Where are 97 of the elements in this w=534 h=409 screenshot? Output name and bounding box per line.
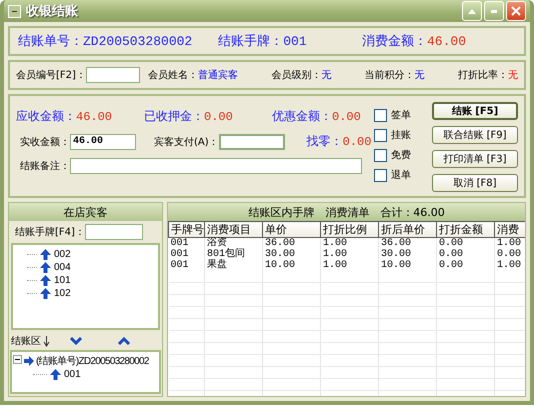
table-cell: 0.00 — [436, 238, 494, 249]
table-cell: 10.00 — [262, 260, 320, 271]
column-header[interactable]: 单价 — [262, 222, 320, 238]
table-cell: 36.00 — [262, 238, 320, 249]
table-cell: 801包间 — [204, 249, 262, 260]
tree-item[interactable]: 102 — [54, 288, 71, 298]
remark-field[interactable] — [70, 158, 362, 174]
amount-label: 已收押金： — [144, 108, 204, 125]
amount-value: 46.00 — [426, 34, 466, 48]
bill-number: ZD200503280002 — [83, 34, 192, 48]
table-cell: 1.00 — [494, 260, 525, 271]
close-icon — [511, 6, 521, 16]
amount-value: 0.00 — [332, 110, 361, 124]
up-arrow-icon — [40, 288, 51, 298]
column-header[interactable]: 打折金额 — [436, 222, 494, 238]
tree-item[interactable]: 101 — [54, 274, 71, 286]
column-header[interactable]: 折后单价 — [378, 222, 436, 238]
received-field[interactable]: 46.00 — [70, 134, 136, 150]
checkbox-label: 退单 — [391, 168, 411, 182]
action-button[interactable]: 打印清单 [F3] — [432, 150, 518, 168]
member-field-value: 无 — [508, 69, 518, 82]
table-cell: 001 — [168, 238, 204, 249]
table-cell: 0.00 — [494, 249, 525, 260]
member-field-value: 普通宾客 — [198, 68, 238, 82]
panel-header: 结账区内手牌 消费清单 合计：46.00 — [168, 203, 525, 221]
received-label: 实收金额： — [20, 136, 70, 148]
amount-label: 应收金额： — [16, 108, 76, 125]
caret-up-icon — [468, 8, 476, 14]
member-id-field[interactable] — [86, 67, 140, 83]
member-field-label: 会员级别： — [271, 69, 322, 82]
settle-area-label: 结账区 — [11, 334, 41, 348]
column-header[interactable]: 消费 — [494, 222, 525, 238]
table-cell: 浴资 — [204, 238, 262, 249]
table-cell: 1.00 — [494, 238, 525, 249]
up-arrow-icon — [40, 274, 51, 286]
column-header[interactable]: 打折比例 — [320, 222, 378, 238]
checkbox[interactable] — [374, 128, 387, 142]
chevron-down-icon[interactable] — [70, 337, 82, 345]
action-button[interactable]: 取消 [F8] — [432, 174, 518, 192]
member-field-value: 无 — [414, 69, 425, 82]
tree-item[interactable]: 002 — [54, 248, 71, 260]
guest-pay-field[interactable] — [218, 134, 285, 150]
member-id-label: 会员编号[F2]： — [16, 68, 86, 82]
table-cell: 0.00 — [436, 249, 494, 260]
table-cell: 36.00 — [378, 238, 436, 249]
guest-pay-label: 宾客支付(A)： — [154, 136, 219, 148]
change-value: 0.00 — [342, 135, 372, 149]
up-arrow-icon — [40, 248, 51, 260]
tree-item[interactable]: 001 — [64, 368, 81, 380]
member-field-label: 会员姓名： — [148, 69, 198, 82]
column-header[interactable]: 手牌号 — [168, 222, 204, 238]
checkbox[interactable] — [374, 108, 387, 122]
member-field-label: 当前积分： — [364, 68, 415, 82]
checkbox[interactable] — [374, 148, 387, 162]
table-cell: 30.00 — [378, 249, 436, 260]
system-menu-icon[interactable] — [8, 4, 21, 18]
window-title: 收银结账 — [26, 3, 79, 20]
bill-number-label: 结账单号： — [18, 33, 83, 50]
up-arrow-icon — [50, 368, 61, 380]
right-arrow-icon — [24, 356, 34, 366]
column-header[interactable]: 消费项目 — [204, 222, 262, 238]
table-cell: 1.00 — [320, 238, 378, 249]
table-cell: 果盘 — [204, 260, 262, 271]
action-button[interactable]: 结账 [F5] — [432, 102, 518, 120]
chevron-up-icon[interactable] — [118, 337, 130, 345]
checkbox-label: 免费 — [391, 148, 411, 162]
collapse-toggle-icon[interactable] — [13, 355, 22, 367]
tag-search-field[interactable] — [84, 224, 143, 240]
up-arrow-icon — [40, 262, 51, 272]
checkbox-label: 签单 — [391, 108, 411, 122]
member-field-value: 无 — [321, 69, 332, 82]
tree-item[interactable]: (结账单号)ZD200503280002 — [36, 354, 149, 368]
amount-label: 消费金额： — [362, 33, 427, 50]
tag-search-label: 结账手牌[F4]： — [15, 226, 85, 239]
action-button[interactable]: 联合结账 [F9] — [432, 126, 518, 144]
amount-value: 46.00 — [76, 110, 112, 124]
checkbox[interactable] — [374, 168, 387, 182]
table-cell: 001 — [168, 260, 204, 271]
tag-label: 结账手牌： — [218, 33, 284, 50]
amount-value: 0.00 — [204, 110, 233, 124]
tree-item[interactable]: 004 — [54, 262, 71, 272]
tag-number: 001 — [283, 34, 307, 48]
table-cell: 1.00 — [320, 249, 378, 260]
amount-label: 优惠金额： — [272, 108, 332, 125]
remark-label: 结账备注： — [20, 160, 70, 173]
table-cell: 001 — [168, 249, 204, 260]
minimize-icon — [491, 10, 497, 12]
down-arrow-icon — [43, 336, 50, 346]
table-cell: 1.00 — [320, 260, 378, 271]
table-cell: 30.00 — [262, 249, 320, 260]
checkbox-label: 挂账 — [391, 128, 411, 142]
panel-header: 在店宾客 — [9, 203, 162, 221]
change-label: 找零： — [306, 133, 343, 150]
table-cell: 0.00 — [436, 260, 494, 271]
close-button[interactable] — [506, 1, 526, 21]
table-cell: 10.00 — [378, 260, 436, 271]
member-field-label: 打折比率： — [458, 68, 508, 82]
